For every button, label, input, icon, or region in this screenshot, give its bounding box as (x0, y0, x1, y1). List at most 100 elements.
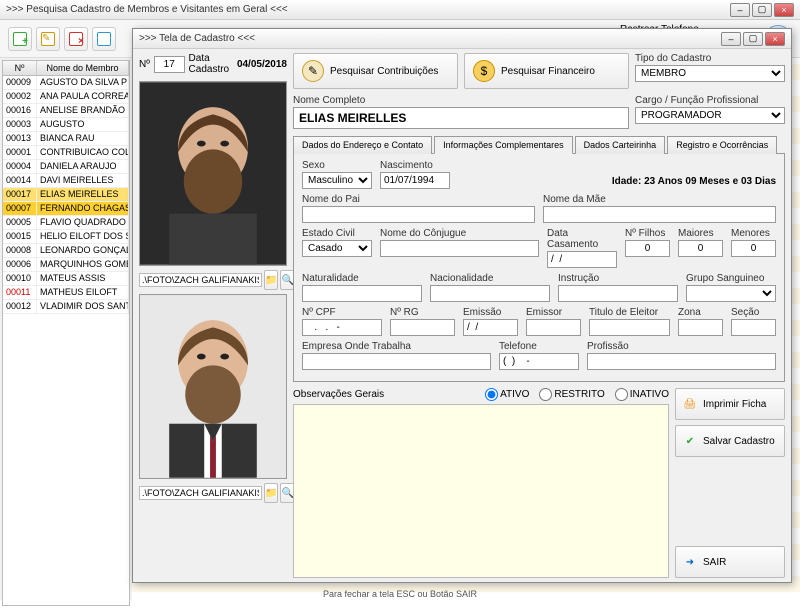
table-row[interactable]: 00010MATEUS ASSIS (3, 272, 129, 286)
role-select[interactable]: PROGRAMADOR (635, 107, 785, 124)
photo-2 (139, 294, 287, 479)
father-input[interactable] (302, 206, 535, 223)
photo1-browse-button[interactable]: 📁 (264, 270, 278, 290)
mother-input[interactable] (543, 206, 776, 223)
zone-input[interactable] (678, 319, 723, 336)
table-row[interactable]: 00017ELIAS MEIRELLES (3, 188, 129, 202)
tab-3[interactable]: Registro e Ocorrências (667, 136, 777, 154)
footer-hint: Para fechar a tela ESC ou Botão SAIR (0, 589, 800, 599)
wedding-input[interactable] (547, 251, 617, 268)
dialog-maximize-button[interactable]: ▢ (743, 32, 763, 46)
table-row[interactable]: 00005FLAVIO QUADRADO (3, 216, 129, 230)
search-financial-button[interactable]: $ Pesquisar Financeiro (464, 53, 629, 89)
outer-window-title: >>> Pesquisa Cadastro de Membros e Visit… (6, 4, 730, 15)
rg-label: Nº RG (390, 307, 455, 318)
grid-header-name[interactable]: Nome do Membro (37, 61, 129, 75)
phone-input[interactable] (499, 353, 579, 370)
table-row[interactable]: 00009AGUSTO DA SILVA P (3, 76, 129, 90)
nationality-label: Nacionalidade (430, 273, 550, 284)
voter-input[interactable] (589, 319, 670, 336)
tab-0[interactable]: Dados do Endereço e Contato (293, 136, 432, 154)
observations-textarea[interactable] (293, 404, 669, 578)
adults-label: Maiores (678, 228, 723, 239)
table-row[interactable]: 00013BIANCA RAU (3, 132, 129, 146)
tab-1[interactable]: Informações Complementares (434, 136, 573, 154)
exit-button[interactable]: ➜SAIR (675, 546, 785, 578)
search-contributions-button[interactable]: ✎ Pesquisar Contribuições (293, 53, 458, 89)
minimize-button[interactable]: – (730, 3, 750, 17)
edit-record-button[interactable] (36, 27, 60, 51)
table-row[interactable]: 00006MARQUINHOS GOME (3, 258, 129, 272)
members-grid: Nº Nome do Membro 00009AGUSTO DA SILVA P… (2, 60, 130, 606)
print-button[interactable]: 🖨Imprimir Ficha (675, 388, 785, 420)
sex-select[interactable]: Masculino (302, 172, 372, 189)
naturality-label: Naturalidade (302, 273, 422, 284)
table-row[interactable]: 00014DAVI MEIRELLES (3, 174, 129, 188)
coin-icon: $ (473, 60, 495, 82)
status-inactive-radio[interactable]: INATIVO (615, 388, 669, 401)
close-button[interactable]: × (774, 3, 794, 17)
maximize-button[interactable]: ▢ (752, 3, 772, 17)
tabs-bar: Dados do Endereço e ContatoInformações C… (293, 135, 785, 154)
table-row[interactable]: 00002ANA PAULA CORREA (3, 90, 129, 104)
civil-select[interactable]: Casado (302, 240, 372, 257)
delete-record-button[interactable] (64, 27, 88, 51)
dialog-close-button[interactable]: × (765, 32, 785, 46)
refresh-icon (97, 32, 111, 46)
table-row[interactable]: 00016ANELISE BRANDÃO (3, 104, 129, 118)
table-row[interactable]: 00011MATHEUS EILOFT (3, 286, 129, 300)
education-input[interactable] (558, 285, 678, 302)
status-active-radio[interactable]: ATIVO (485, 388, 529, 401)
folder-icon: 📁 (265, 488, 277, 499)
save-button[interactable]: ✔Salvar Cadastro (675, 425, 785, 457)
photo2-browse-button[interactable]: 📁 (264, 483, 278, 503)
section-input[interactable] (731, 319, 776, 336)
role-label: Cargo / Função Profissional (635, 95, 785, 106)
naturality-input[interactable] (302, 285, 422, 302)
grid-header-num[interactable]: Nº (3, 61, 37, 75)
dialog-minimize-button[interactable]: – (721, 32, 741, 46)
kids-input[interactable] (625, 240, 670, 257)
tab-2[interactable]: Dados Carteirinha (575, 136, 666, 154)
outer-window-title-bar: >>> Pesquisa Cadastro de Membros e Visit… (0, 0, 800, 20)
cpf-input[interactable] (302, 319, 382, 336)
photo1-path-input[interactable] (139, 273, 262, 287)
table-row[interactable]: 00012VLADIMIR DOS SANT (3, 300, 129, 314)
birth-input[interactable] (380, 172, 450, 189)
spouse-label: Nome do Cônjugue (380, 228, 539, 239)
register-type-label: Tipo do Cadastro (635, 53, 785, 64)
minors-input[interactable] (731, 240, 776, 257)
section-label: Seção (731, 307, 776, 318)
register-type-select[interactable]: MEMBRO (635, 65, 785, 82)
rg-input[interactable] (390, 319, 455, 336)
mother-label: Nome da Mãe (543, 194, 776, 205)
profession-input[interactable] (587, 353, 776, 370)
folder-icon: 📁 (265, 275, 277, 286)
table-row[interactable]: 00003AUGUSTO (3, 118, 129, 132)
refresh-button[interactable] (92, 27, 116, 51)
new-record-button[interactable] (8, 27, 32, 51)
table-row[interactable]: 00004DANIELA ARAUJO (3, 160, 129, 174)
table-row[interactable]: 00007FERNANDO CHAGAS (3, 202, 129, 216)
record-number-label: Nº (139, 59, 150, 70)
blood-select[interactable] (686, 285, 776, 302)
search-contributions-label: Pesquisar Contribuições (330, 66, 438, 77)
arrow-right-icon: ➜ (682, 554, 698, 570)
table-row[interactable]: 00008LEONARDO GONÇAL (3, 244, 129, 258)
photo2-path-input[interactable] (139, 486, 262, 500)
table-row[interactable]: 00001CONTRIBUICAO COLE (3, 146, 129, 160)
spouse-input[interactable] (380, 240, 539, 257)
cpf-label: Nº CPF (302, 307, 382, 318)
blood-label: Grupo Sanguineo (686, 273, 776, 284)
full-name-value: ELIAS MEIRELLES (293, 107, 629, 129)
status-restrict-radio[interactable]: RESTRITO (539, 388, 604, 401)
issuer-input[interactable] (526, 319, 581, 336)
adults-input[interactable] (678, 240, 723, 257)
nationality-input[interactable] (430, 285, 550, 302)
company-input[interactable] (302, 353, 491, 370)
voter-label: Titulo de Eleitor (589, 307, 670, 318)
dialog-title-bar: >>> Tela de Cadastro <<< – ▢ × (133, 29, 791, 49)
emission-input[interactable] (463, 319, 518, 336)
table-row[interactable]: 00015HELIO EILOFT DOS S (3, 230, 129, 244)
tab-panel-complementary: SexoMasculino Nascimento Idade: 23 Anos … (293, 154, 785, 382)
